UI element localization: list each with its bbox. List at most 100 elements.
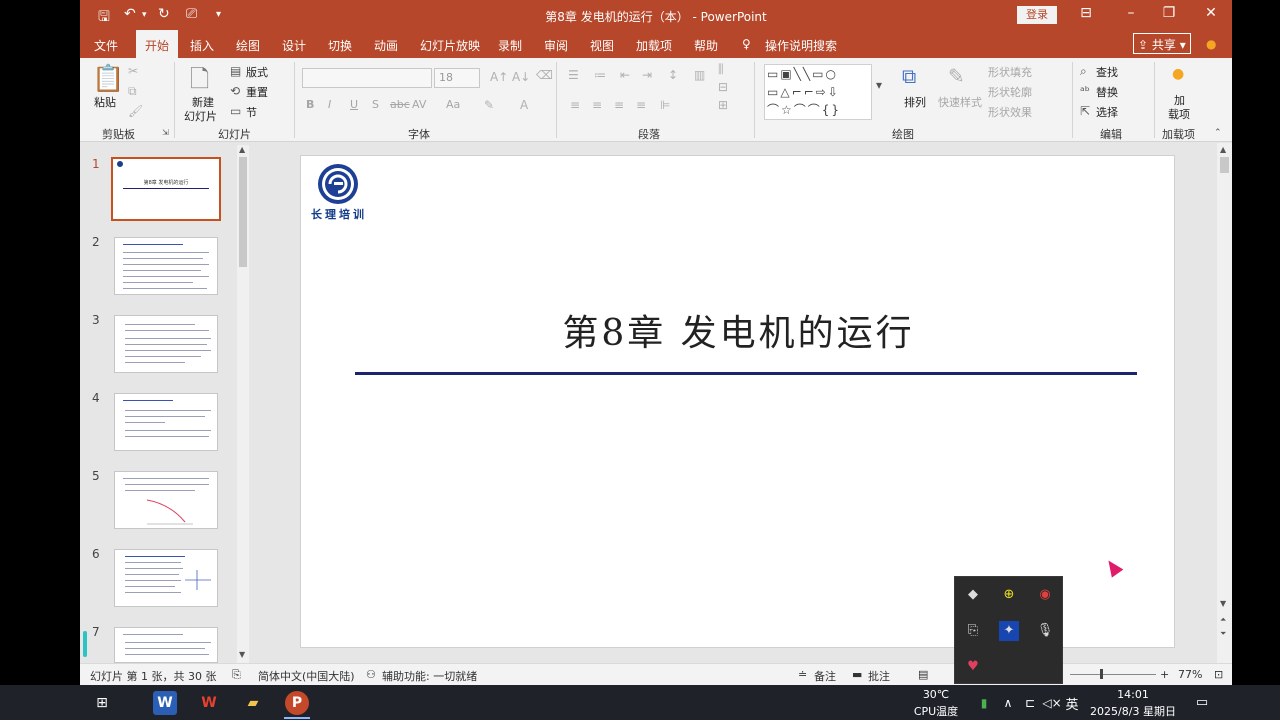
shapes-gallery[interactable]: ▭▣╲╲▭○ ▭△⌐⌐⇨⇩ ⌒☆⌒⌒{} <box>764 64 872 120</box>
section-button[interactable]: 节 <box>246 104 257 120</box>
font-size-combo[interactable]: 18 <box>434 68 480 88</box>
find-icon[interactable]: ⌕ <box>1080 64 1087 79</box>
section-icon[interactable]: ▭ <box>230 104 241 118</box>
bullets-icon[interactable]: ☰ <box>568 68 579 82</box>
text-direction-icon[interactable]: ⫼ <box>718 62 724 77</box>
align-right-icon[interactable]: ≡ <box>614 98 624 112</box>
arrange-button[interactable]: 排列 <box>904 94 926 110</box>
arrange-icon[interactable]: ⧉ <box>902 64 916 88</box>
tray-app-icon[interactable]: ◆ <box>963 585 983 605</box>
clipboard-launcher-icon[interactable]: ⇲ <box>162 128 169 137</box>
cut-icon[interactable]: ✂ <box>128 64 138 78</box>
paste-button[interactable]: 粘贴 <box>94 94 116 110</box>
format-painter-icon[interactable]: 🖌 <box>128 104 143 118</box>
bold-button[interactable]: B <box>306 98 314 111</box>
tab-help[interactable]: 帮助 <box>694 37 718 54</box>
previous-slide-icon[interactable]: ⏶ <box>1220 615 1226 625</box>
windows-start-icon[interactable]: ⊞ <box>90 691 114 715</box>
tray-app-2-icon[interactable]: ✦ <box>999 621 1019 641</box>
clear-format-icon[interactable]: ⌫ <box>536 68 553 82</box>
grow-font-icon[interactable]: A↑ <box>490 70 508 84</box>
scroll-down-icon[interactable]: ▼ <box>1220 599 1226 608</box>
fit-to-window-icon[interactable]: ⊡ <box>1214 668 1223 681</box>
clock-date[interactable]: 2025/8/3 星期日 <box>1090 703 1176 719</box>
shape-effect-button[interactable]: 形状效果 <box>988 104 1032 120</box>
tray-record-icon[interactable]: ◉ <box>1035 585 1055 605</box>
shape-fill-button[interactable]: 形状填充 <box>988 64 1032 80</box>
select-button[interactable]: 选择 <box>1096 104 1118 120</box>
notification-center-icon[interactable]: ▭ <box>1190 691 1214 715</box>
scroll-up-icon[interactable]: ▲ <box>1220 145 1226 154</box>
accessibility-status[interactable]: 辅助功能: 一切就绪 <box>382 668 477 684</box>
copy-icon[interactable]: ⧉ <box>128 84 137 99</box>
tab-design[interactable]: 设计 <box>282 37 306 54</box>
slide-thumbnail-6[interactable] <box>114 549 218 607</box>
powerpoint-icon[interactable]: P <box>285 691 309 715</box>
language[interactable]: 简体中文(中国大陆) <box>258 668 355 684</box>
font-color-icon[interactable]: A <box>520 98 528 112</box>
current-slide[interactable]: 长理培训 第8章 发电机的运行 <box>300 155 1175 648</box>
tell-me-search[interactable]: 操作说明搜索 <box>765 37 837 54</box>
normal-view-icon[interactable]: ▤ <box>918 668 928 681</box>
strikethrough-button[interactable]: abc <box>390 98 410 111</box>
tab-transitions[interactable]: 切换 <box>328 37 352 54</box>
quick-styles-icon[interactable]: ✎ <box>948 64 965 88</box>
tray-app-3-icon[interactable]: ♥ <box>963 657 983 677</box>
thumbnails-scrollbar[interactable]: ▲ ▼ <box>237 145 249 663</box>
reset-button[interactable]: 重置 <box>246 84 268 100</box>
justify-icon[interactable]: ≡ <box>636 98 646 112</box>
layout-icon[interactable]: ▤ <box>230 64 241 78</box>
tray-plus-icon[interactable]: ⊕ <box>999 585 1019 605</box>
shadow-button[interactable]: S <box>372 98 379 111</box>
slide-thumbnail-4[interactable] <box>114 393 218 451</box>
select-icon[interactable]: ⇱ <box>1080 104 1090 118</box>
ribbon-display-icon[interactable]: ⊟ <box>1071 5 1101 21</box>
tab-home[interactable]: 开始 <box>136 30 179 58</box>
addins-icon[interactable]: ● <box>1172 66 1184 82</box>
shapes-more-icon[interactable]: ▾ <box>876 78 882 92</box>
font-name-combo[interactable] <box>302 68 432 88</box>
comments-button[interactable]: 批注 <box>868 668 890 684</box>
zoom-level[interactable]: 77% <box>1178 668 1202 681</box>
distributed-icon[interactable]: ⊫ <box>660 98 670 112</box>
paste-icon[interactable]: 📋 <box>92 64 124 94</box>
file-explorer-icon[interactable]: ▰ <box>241 691 265 715</box>
slide-thumbnail-3[interactable] <box>114 315 218 373</box>
quick-styles-button[interactable]: 快速样式 <box>938 94 982 110</box>
scroll-up-icon[interactable]: ▲ <box>239 145 245 154</box>
shrink-font-icon[interactable]: A↓ <box>512 70 530 84</box>
slide-thumbnail-1[interactable]: 第8章 发电机的运行 <box>111 157 221 221</box>
char-spacing-button[interactable]: AV <box>412 98 426 111</box>
scroll-down-icon[interactable]: ▼ <box>239 650 245 659</box>
align-center-icon[interactable]: ≡ <box>592 98 602 112</box>
replace-button[interactable]: 替换 <box>1096 84 1118 100</box>
volume-icon[interactable]: ◁× <box>1040 691 1064 715</box>
next-slide-icon[interactable]: ⏷ <box>1220 629 1226 639</box>
minimize-icon[interactable]: – <box>1116 5 1146 21</box>
highlight-icon[interactable]: ✎ <box>484 98 494 112</box>
zoom-in-icon[interactable]: + <box>1160 668 1169 681</box>
tab-animations[interactable]: 动画 <box>374 37 398 54</box>
login-button[interactable]: 登录 <box>1017 6 1057 24</box>
scroll-thumb[interactable] <box>1220 157 1229 173</box>
align-left-icon[interactable]: ≡ <box>570 98 580 112</box>
shape-outline-button[interactable]: 形状轮廓 <box>988 84 1032 100</box>
maximize-icon[interactable]: ❐ <box>1154 5 1184 21</box>
network-icon[interactable]: ⊏ <box>1018 691 1042 715</box>
tab-review[interactable]: 审阅 <box>544 37 568 54</box>
columns-icon[interactable]: ▥ <box>694 68 705 82</box>
wps-icon[interactable]: W <box>197 691 221 715</box>
tab-draw[interactable]: 绘图 <box>236 37 260 54</box>
battery-icon[interactable]: ▮ <box>972 691 996 715</box>
notes-button[interactable]: 备注 <box>814 668 836 684</box>
layout-button[interactable]: 版式 <box>246 64 268 80</box>
italic-button[interactable]: I <box>328 98 331 111</box>
zoom-slider[interactable] <box>1070 674 1156 675</box>
slide-scrollbar[interactable]: ▲ ▼ ⏶ ⏷ <box>1217 143 1232 663</box>
align-text-icon[interactable]: ⊟ <box>718 80 728 94</box>
tray-expand-icon[interactable]: ∧ <box>996 691 1020 715</box>
find-button[interactable]: 查找 <box>1096 64 1118 80</box>
close-icon[interactable]: ✕ <box>1196 5 1226 21</box>
underline-button[interactable]: U <box>350 98 358 111</box>
usb-icon[interactable]: ⎘ <box>963 621 983 641</box>
